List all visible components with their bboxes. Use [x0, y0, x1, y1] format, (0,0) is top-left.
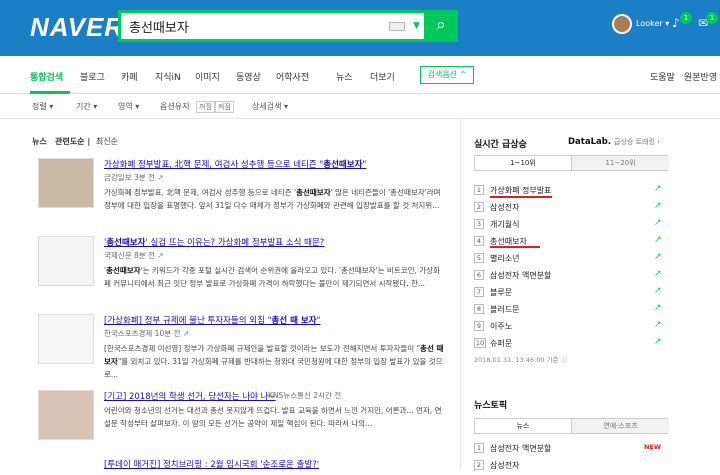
search-button[interactable]: ⌕: [424, 10, 458, 42]
list-item[interactable]: 1 삼성전자 액면분할 NEW: [474, 440, 668, 458]
trend-icon: ↗: [654, 235, 662, 245]
list-item[interactable]: 2 삼성전자: [474, 457, 668, 475]
result-meta: 한국스포츠경제 10분 전 ↗: [104, 329, 190, 338]
result-meta: 국제신문 8분 전 ↗: [104, 251, 164, 260]
search-options-button[interactable]: 검색옵션 ^: [420, 66, 474, 84]
tab-blog[interactable]: 블로그: [80, 70, 105, 83]
tab-news[interactable]: 뉴스: [336, 70, 353, 83]
result-title[interactable]: [투데이 매거진] 정치브리핑 : 2월 임시국회 '순조로운 출발?': [104, 458, 319, 470]
result-thumbnail[interactable]: [38, 158, 94, 208]
filter-sort[interactable]: 정렬 ▾: [32, 101, 53, 112]
tab-all[interactable]: 통합검색: [30, 70, 63, 83]
sort-recent[interactable]: 최신순: [96, 137, 118, 146]
result-thumbnail[interactable]: [38, 314, 94, 364]
tab-rank-11-20[interactable]: 11~20위: [572, 156, 669, 170]
share-icon: ↗: [157, 173, 164, 182]
help-link[interactable]: 도움말: [650, 70, 675, 83]
sort-relevance[interactable]: 관련도순: [55, 137, 84, 146]
trend-icon: ↗: [654, 269, 662, 279]
newstopic-title: 뉴스토픽: [474, 401, 508, 411]
result-title[interactable]: [기고] 2018년의 학생 선거, 당선자는 나야 나~: [104, 390, 276, 402]
bell-icon[interactable]: ♪: [672, 16, 680, 30]
result-desc: 어린이와 청소년의 선거는 대선과 총선 못지않게 뜨겁다. 발표 교육을 하면…: [104, 406, 442, 428]
bell-badge: 1: [680, 12, 692, 24]
avatar[interactable]: [612, 14, 632, 34]
list-item[interactable]: 7 블루문 ↗: [474, 284, 668, 302]
list-item: [기고] 2018년의 학생 선거, 당선자는 나야 나~ KNS뉴스통신 2시…: [38, 390, 448, 452]
list-item: '총선때보자' 실검 뜨는 이유는? 가상화폐 정부발표 소식 때문? 국제신문…: [38, 236, 448, 306]
realtime-timestamp: 2018.01.31. 13:46:00 기준 ⓘ: [474, 356, 568, 364]
active-tab-indicator: [30, 91, 70, 94]
tab-news-topic[interactable]: 뉴스: [475, 419, 572, 433]
trend-icon: ↗: [654, 201, 662, 211]
tab-dict[interactable]: 어학사전: [276, 70, 309, 83]
trend-icon: ↗: [654, 218, 662, 228]
datalab-link[interactable]: DataLab. 급상승 트래킹 ›: [568, 137, 660, 147]
list-item[interactable]: 8 블러드문 ↗: [474, 301, 668, 319]
list-item[interactable]: 3 개기월식 ↗: [474, 216, 668, 234]
result-title[interactable]: [가상화폐] 정부 규제에 불난 투자자들의 외침 "총선 때 보자": [104, 314, 320, 326]
realtime-tabs: 1~10위 11~20위: [474, 155, 669, 171]
original-link[interactable]: 원본반영: [684, 70, 717, 83]
user-name[interactable]: Looker ▾: [636, 19, 669, 28]
search-tabs: 통합검색 블로그 카페 지식iN 이미지 동영상 어학사전 뉴스 더보기 검색옵…: [0, 56, 720, 94]
result-title[interactable]: 가상화폐 정부발표, 北핵 문제, 여검사 성추행 등으로 네티즌 "총선때보자…: [104, 158, 366, 170]
tab-cafe[interactable]: 카페: [121, 70, 138, 83]
result-meta: 금강일보 3분 전 ↗: [104, 173, 164, 182]
tab-ent-sports[interactable]: 연예·스포츠: [572, 419, 669, 433]
tab-video[interactable]: 동영상: [236, 70, 261, 83]
list-item: [가상화폐] 정부 규제에 불난 투자자들의 외침 "총선 때 보자" 한국스포…: [38, 314, 448, 379]
list-item[interactable]: 4 총선때보자 ↗: [474, 233, 668, 251]
list-item: [투데이 매거진] 정치브리핑 : 2월 임시국회 '순조로운 출발?': [38, 458, 448, 470]
result-title[interactable]: '총선때보자' 실검 뜨는 이유는? 가상화폐 정부발표 소식 때문?: [104, 236, 324, 248]
filter-advanced[interactable]: 상세검색 ▾: [252, 101, 288, 112]
highlight-underline: [490, 246, 540, 248]
result-meta: KNS뉴스통신 2시간 전: [268, 391, 342, 400]
list-item[interactable]: 9 이주노 ↗: [474, 318, 668, 336]
tab-kin[interactable]: 지식iN: [155, 70, 181, 83]
news-label: 뉴스: [32, 137, 47, 146]
newstopic-tabs: 뉴스 연예·스포츠: [474, 418, 669, 434]
mail-badge: 1: [706, 12, 718, 24]
result-desc: '총선때보자'는 키워드가 각종 포털 실시간 검색어 순위권에 올라오고 있다…: [104, 266, 440, 288]
naver-logo[interactable]: NAVER: [30, 12, 124, 43]
highlight-underline: [490, 196, 552, 198]
result-desc: [한국스포츠경제 이선영] 정부가 가상화폐 규제안을 발표할 것이라는 보도가…: [104, 344, 444, 379]
trend-icon: ↗: [654, 320, 662, 330]
filter-period[interactable]: 기간 ▾: [76, 101, 97, 112]
trend-icon: ↗: [654, 184, 662, 194]
search-box[interactable]: 총선때보자 ▼ ⌕: [118, 10, 458, 42]
filter-bar: 정렬 ▾ 기간 ▾ 영역 ▾ 옵션유지 꺼짐 켜짐 상세검색 ▾: [0, 95, 720, 119]
filter-area[interactable]: 영역 ▾: [118, 101, 139, 112]
result-thumbnail[interactable]: [38, 390, 94, 440]
new-badge: NEW: [644, 443, 662, 451]
list-item[interactable]: 10 슈퍼문 ↗: [474, 335, 668, 353]
share-icon: ↗: [157, 251, 164, 260]
tab-more[interactable]: 더보기: [370, 70, 395, 83]
toggle-off[interactable]: 꺼짐: [196, 101, 215, 113]
tab-rank-1-10[interactable]: 1~10위: [475, 156, 572, 170]
trend-icon: ↗: [654, 286, 662, 296]
trend-icon: ↗: [654, 337, 662, 347]
sidebar-divider: [460, 119, 461, 470]
trend-icon: ↗: [654, 303, 662, 313]
list-item[interactable]: 5 별리소년 ↗: [474, 250, 668, 268]
list-item[interactable]: 6 삼성전자 액면분할 ↗: [474, 267, 668, 285]
list-item[interactable]: 2 삼성전자 ↗: [474, 199, 668, 217]
option-toggle[interactable]: 꺼짐 켜짐: [196, 101, 234, 113]
header-bar: NAVER 총선때보자 ▼ ⌕ Looker ▾ ♪ 1 ✉ 1: [0, 0, 720, 56]
toggle-on[interactable]: 켜짐: [214, 101, 234, 113]
keyboard-icon[interactable]: [389, 22, 405, 31]
list-item: 가상화폐 정부발표, 北핵 문제, 여검사 성추행 등으로 네티즌 "총선때보자…: [38, 158, 448, 220]
result-desc: 가상화폐 정부발표, 北핵 문제, 여검사 성추행 등으로 네티즌 '총선때보자…: [104, 188, 441, 210]
filter-option-keep: 옵션유지: [160, 102, 190, 111]
trend-icon: ↗: [654, 252, 662, 262]
share-icon: ↗: [182, 329, 190, 338]
tab-image[interactable]: 이미지: [195, 70, 220, 83]
realtime-title: 실시간 급상승: [474, 140, 527, 150]
chevron-down-icon[interactable]: ▼: [413, 21, 420, 31]
result-thumbnail[interactable]: [38, 236, 94, 286]
news-subheader: 뉴스 관련도순 | 최신순: [32, 137, 118, 146]
search-input[interactable]: 총선때보자: [129, 17, 189, 36]
